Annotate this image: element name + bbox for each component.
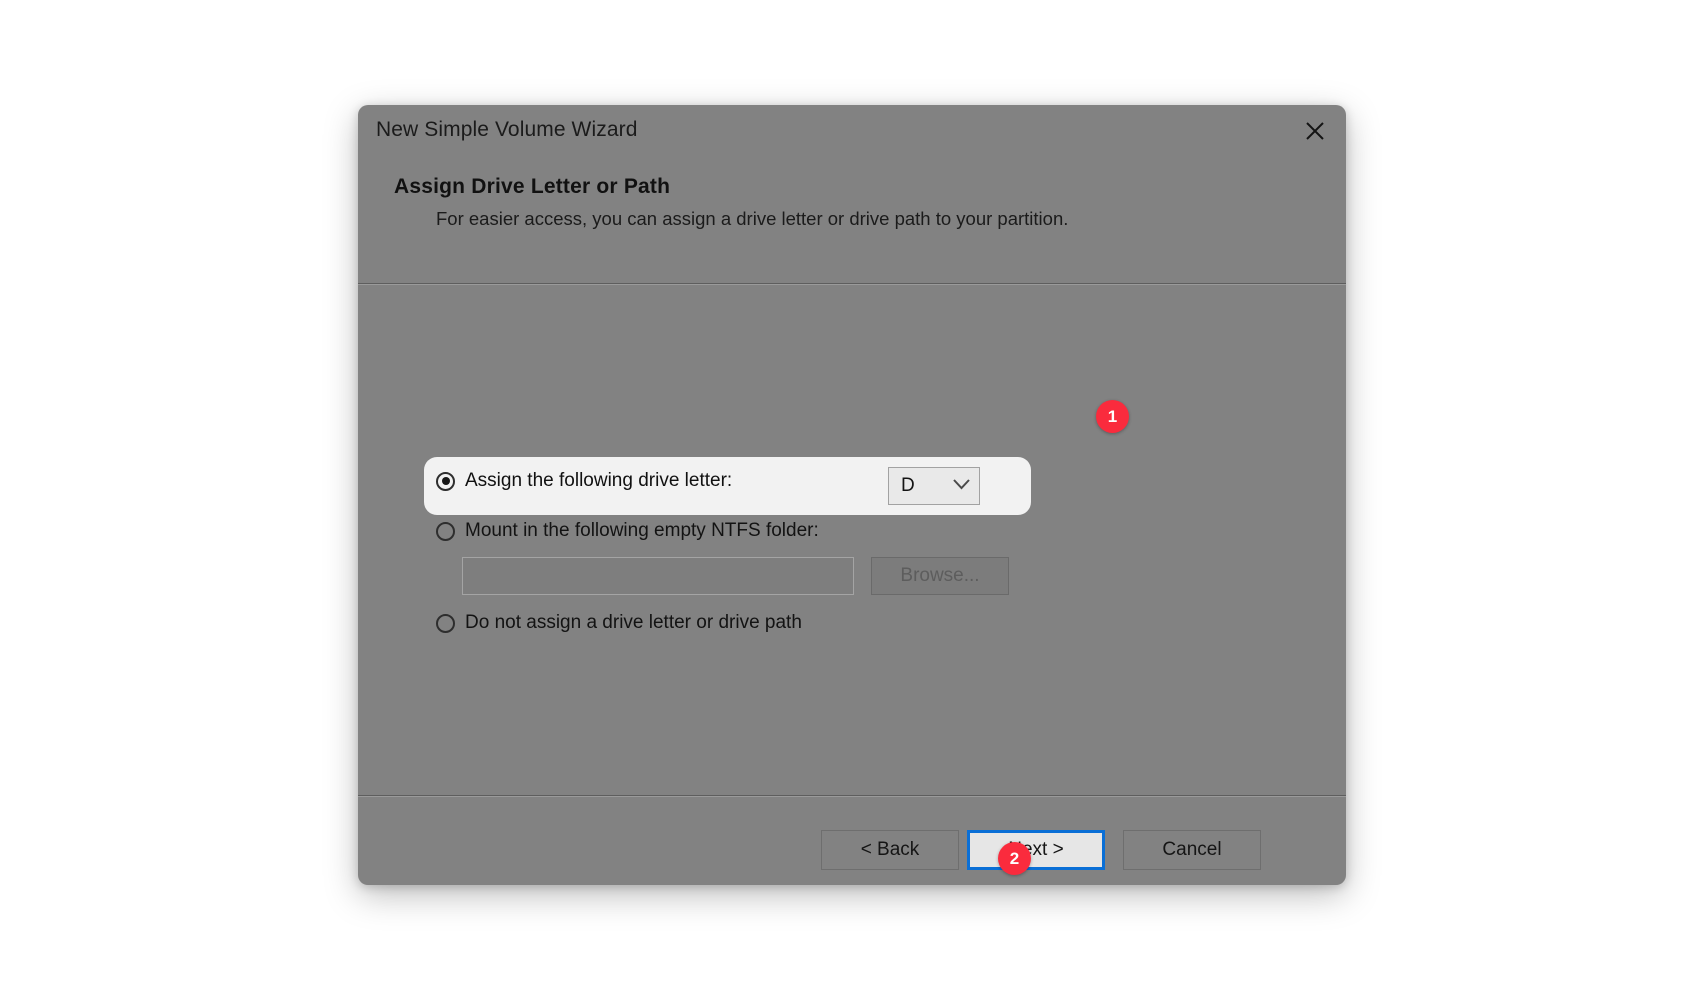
- radio-mount-ntfs-folder-indicator[interactable]: [436, 521, 455, 541]
- next-button[interactable]: Next >: [967, 830, 1105, 870]
- radio-mount-ntfs-folder[interactable]: Mount in the following empty NTFS folder…: [436, 520, 819, 542]
- close-button[interactable]: [1284, 105, 1346, 157]
- browse-button[interactable]: Browse...: [871, 557, 1009, 595]
- dialog-titlebar: New Simple Volume Wizard: [358, 105, 1346, 161]
- dialog-header: Assign Drive Letter or Path For easier a…: [358, 161, 1346, 283]
- page-subtitle: For easier access, you can assign a driv…: [436, 208, 1069, 229]
- dialog-body: Assign the following drive letter: D Mou…: [358, 285, 1346, 794]
- cancel-button[interactable]: Cancel: [1123, 830, 1261, 870]
- close-icon: [1304, 120, 1326, 142]
- radio-do-not-assign-indicator[interactable]: [436, 613, 455, 633]
- dialog-title: New Simple Volume Wizard: [376, 118, 638, 141]
- new-simple-volume-wizard-dialog: New Simple Volume Wizard Assign Drive Le…: [358, 105, 1346, 885]
- chevron-down-icon: [953, 477, 970, 495]
- page-title: Assign Drive Letter or Path: [394, 175, 671, 198]
- annotation-badge-1: 1: [1096, 400, 1129, 433]
- back-button[interactable]: < Back: [821, 830, 959, 870]
- radio-assign-drive-letter-label: Assign the following drive letter:: [465, 470, 733, 491]
- annotation-badge-2: 2: [998, 842, 1031, 875]
- drive-letter-value: D: [901, 475, 915, 496]
- radio-assign-drive-letter[interactable]: Assign the following drive letter:: [436, 470, 732, 492]
- mount-path-input[interactable]: [462, 557, 854, 595]
- radio-assign-drive-letter-indicator[interactable]: [436, 471, 455, 491]
- dialog-footer: < Back Next > Cancel: [358, 796, 1346, 885]
- radio-mount-ntfs-folder-label: Mount in the following empty NTFS folder…: [465, 520, 819, 541]
- radio-do-not-assign-label: Do not assign a drive letter or drive pa…: [465, 612, 802, 633]
- drive-letter-select[interactable]: D: [888, 467, 980, 505]
- radio-do-not-assign[interactable]: Do not assign a drive letter or drive pa…: [436, 612, 802, 634]
